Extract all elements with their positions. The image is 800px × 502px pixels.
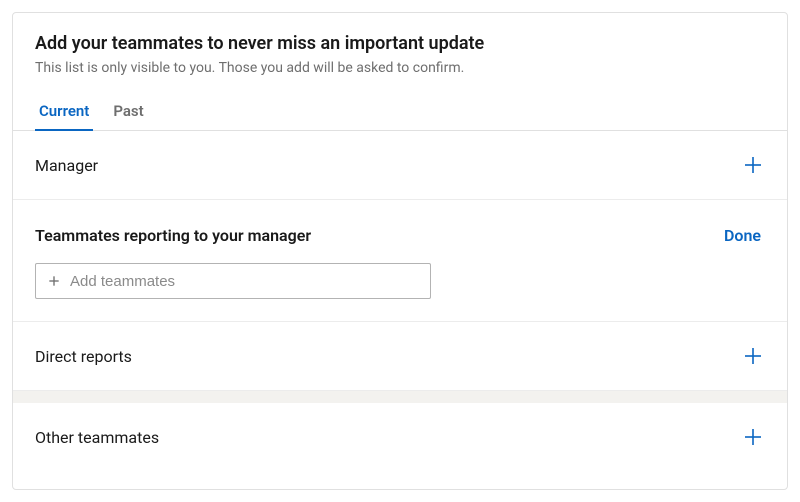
card-subtitle: This list is only visible to you. Those …: [35, 60, 765, 76]
section-other-teammates-label: Other teammates: [35, 428, 159, 447]
add-direct-report-button[interactable]: [741, 344, 765, 368]
section-direct-reports-row: Direct reports: [35, 344, 765, 368]
add-other-teammate-button[interactable]: [741, 425, 765, 449]
section-manager-label: Manager: [35, 156, 98, 175]
add-manager-button[interactable]: [741, 153, 765, 177]
section-direct-reports-label: Direct reports: [35, 347, 132, 366]
section-divider-strip: [13, 391, 787, 403]
tab-current[interactable]: Current: [35, 94, 93, 130]
add-teammates-inputbox[interactable]: [35, 263, 431, 299]
plus-icon: [741, 425, 765, 449]
tab-past[interactable]: Past: [109, 94, 147, 130]
teammates-card: Add your teammates to never miss an impo…: [12, 12, 788, 490]
section-peers-label: Teammates reporting to your manager: [35, 226, 311, 245]
section-other-teammates-row: Other teammates: [35, 425, 765, 449]
section-other-teammates: Other teammates: [13, 403, 787, 471]
section-manager: Manager: [13, 131, 787, 200]
plus-icon: [46, 273, 62, 289]
peers-done-button[interactable]: Done: [720, 222, 765, 249]
section-peers-row: Teammates reporting to your manager Done: [35, 222, 765, 249]
card-header: Add your teammates to never miss an impo…: [13, 13, 787, 94]
plus-icon: [741, 153, 765, 177]
section-manager-row: Manager: [35, 153, 765, 177]
plus-icon: [741, 344, 765, 368]
add-teammates-input[interactable]: [70, 273, 420, 290]
card-title: Add your teammates to never miss an impo…: [35, 33, 765, 54]
section-direct-reports: Direct reports: [13, 322, 787, 391]
section-peers: Teammates reporting to your manager Done: [13, 200, 787, 322]
tabs: Current Past: [13, 94, 787, 131]
